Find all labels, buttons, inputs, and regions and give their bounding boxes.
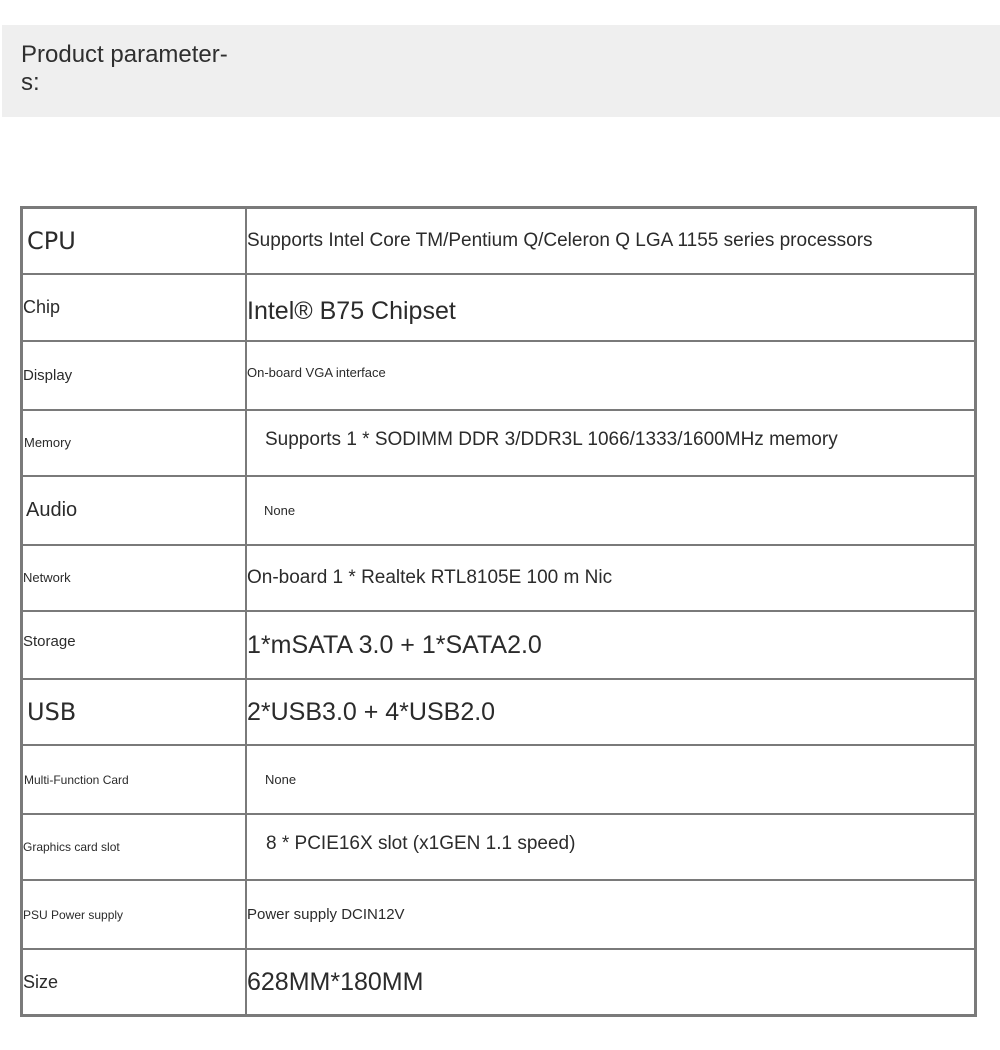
row-value: Supports Intel Core TM/Pentium Q/Celeron… [247, 230, 873, 251]
row-label: Memory [24, 435, 71, 450]
row-value-cell: None [245, 475, 977, 546]
row-label-cell: Audio [20, 475, 247, 546]
row-value-cell: 628MM*180MM [245, 948, 977, 1017]
row-label-cell: Storage [20, 610, 247, 680]
row-label-cell: Multi-Function Card [20, 744, 247, 815]
row-label-cell: PSU Power supply [20, 879, 247, 950]
row-value-cell: Power supply DCIN12V [245, 879, 977, 950]
table-row-size: Size 628MM*180MM [20, 948, 977, 1017]
row-value: 1*mSATA 3.0 + 1*SATA2.0 [247, 630, 542, 659]
row-label-cell: CPU [20, 206, 247, 275]
row-value: None [264, 502, 296, 518]
row-label-cell: Memory [20, 409, 247, 477]
table-row-cpu: CPU Supports Intel Core TM/Pentium Q/Cel… [20, 206, 977, 275]
row-value: Supports 1 * SODIMM DDR 3/DDR3L 1066/133… [265, 429, 838, 450]
row-value-cell: On-board 1 * Realtek RTL8105E 100 m Nic [245, 544, 977, 612]
table-row-display: Display On-board VGA interface [20, 340, 977, 411]
row-value: None [265, 771, 297, 787]
row-value-cell: 2*USB3.0 + 4*USB2.0 [245, 678, 977, 746]
row-label: Storage [23, 633, 76, 650]
row-value-cell: Supports Intel Core TM/Pentium Q/Celeron… [245, 206, 977, 275]
row-label: CPU [27, 227, 76, 255]
table-row-network: Network On-board 1 * Realtek RTL8105E 10… [20, 544, 977, 612]
row-value-cell: Intel® B75 Chipset [245, 273, 977, 342]
section-header: Product parameter- s: [2, 25, 1000, 117]
row-label: Chip [23, 297, 61, 317]
table-row-chip: Chip Intel® B75 Chipset [20, 273, 977, 342]
row-label: Graphics card slot [23, 840, 120, 854]
row-value-cell: On-board VGA interface [245, 340, 977, 411]
section-title: Product parameter- s: [21, 41, 228, 96]
row-label: USB [27, 698, 77, 726]
row-label-cell: Network [20, 544, 247, 612]
row-value: On-board 1 * Realtek RTL8105E 100 m Nic [247, 567, 613, 588]
table-row-multi-function-card: Multi-Function Card None [20, 744, 977, 815]
row-label: Multi-Function Card [24, 772, 129, 787]
row-value: 2*USB3.0 + 4*USB2.0 [247, 697, 496, 726]
table-row-psu-power-supply: PSU Power supply Power supply DCIN12V [20, 879, 977, 950]
row-label: PSU Power supply [23, 907, 124, 922]
row-value: On-board VGA interface [247, 364, 386, 380]
row-value: 8 * PCIE16X slot (x1GEN 1.1 speed) [266, 833, 576, 854]
row-value-cell: 1*mSATA 3.0 + 1*SATA2.0 [245, 610, 977, 680]
row-value-cell: None [245, 744, 977, 815]
row-label: Network [23, 570, 71, 585]
table-row-memory: Memory Supports 1 * SODIMM DDR 3/DDR3L 1… [20, 409, 977, 477]
row-label-cell: Graphics card slot [20, 813, 247, 881]
row-value: Intel® B75 Chipset [247, 297, 456, 325]
table-row-graphics-card-slot: Graphics card slot 8 * PCIE16X slot (x1G… [20, 813, 977, 881]
row-value: Power supply DCIN12V [247, 905, 405, 923]
row-value-cell: Supports 1 * SODIMM DDR 3/DDR3L 1066/133… [245, 409, 977, 477]
row-label-cell: Display [20, 340, 247, 411]
product-parameters-table: CPU Supports Intel Core TM/Pentium Q/Cel… [20, 206, 977, 1017]
row-label: Audio [26, 499, 78, 521]
row-value-cell: 8 * PCIE16X slot (x1GEN 1.1 speed) [245, 813, 977, 881]
row-value: 628MM*180MM [247, 967, 424, 996]
table-row-storage: Storage 1*mSATA 3.0 + 1*SATA2.0 [20, 610, 977, 680]
table-row-usb: USB 2*USB3.0 + 4*USB2.0 [20, 678, 977, 746]
row-label-cell: Chip [20, 273, 247, 342]
row-label-cell: USB [20, 678, 247, 746]
row-label-cell: Size [20, 948, 247, 1017]
table-row-audio: Audio None [20, 475, 977, 546]
row-label: Display [23, 366, 73, 384]
row-label: Size [23, 971, 59, 992]
